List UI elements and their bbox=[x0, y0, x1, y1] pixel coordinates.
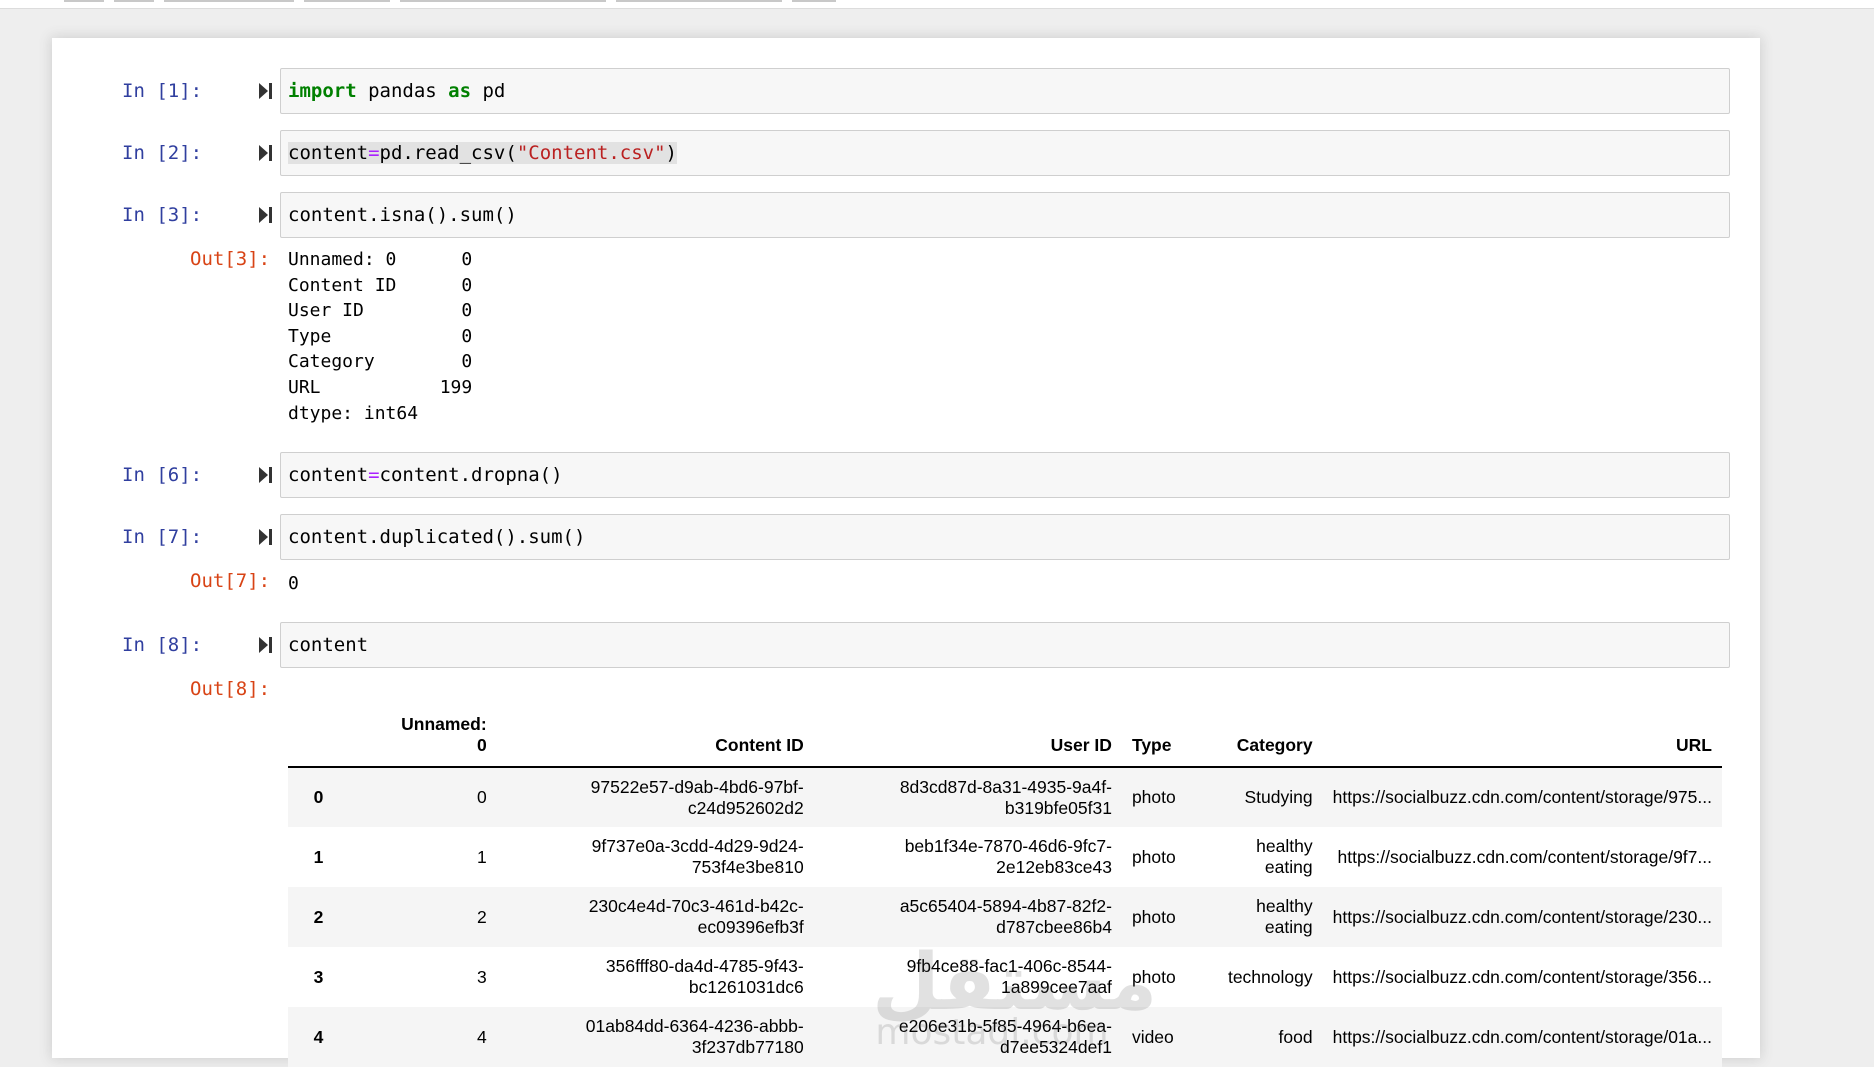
code-token: = bbox=[368, 142, 380, 164]
toolbar-button[interactable] bbox=[792, 0, 836, 2]
code-token: "Content.csv" bbox=[516, 142, 666, 164]
run-cell-icon[interactable] bbox=[257, 464, 275, 486]
code-token: content.isna().sum() bbox=[288, 204, 517, 226]
table-cell: https://socialbuzz.cdn.com/content/stora… bbox=[1332, 966, 1712, 987]
toolbar-button[interactable] bbox=[164, 0, 294, 2]
table-cell: healthy eating bbox=[1256, 896, 1313, 937]
table-cell: photo bbox=[1131, 906, 1176, 927]
column-header: User ID bbox=[1050, 735, 1112, 755]
table-cell: 97522e57-d9ab-4bd6-97bf- c24d952602d2 bbox=[590, 776, 804, 818]
menu-toolbar bbox=[0, 0, 1874, 9]
code-cell-input[interactable]: content=pd.read_csv("Content.csv") bbox=[280, 130, 1730, 176]
code-cell-input[interactable]: content=content.dropna() bbox=[280, 452, 1730, 498]
column-header: Type bbox=[1131, 735, 1172, 755]
table-cell: 8d3cd87d-8a31-4935-9a4f- b319bfe05f31 bbox=[899, 776, 1112, 818]
table-row: 0 0 97522e57-d9ab-4bd6-97bf- c24d952602d2 8… bbox=[288, 767, 1722, 827]
run-cell-icon[interactable] bbox=[257, 526, 275, 548]
row-index: 3 bbox=[313, 966, 324, 987]
code-token: content bbox=[288, 464, 369, 486]
index-header bbox=[288, 698, 349, 767]
toolbar-button[interactable] bbox=[304, 0, 390, 2]
table-cell: 9fb4ce88-fac1-406c-8544- 1a899cee7aaf bbox=[906, 956, 1112, 997]
table-cell: https://socialbuzz.cdn.com/content/stora… bbox=[1332, 906, 1712, 927]
row-index: 2 bbox=[313, 906, 324, 927]
table-cell: healthy eating bbox=[1256, 836, 1313, 877]
table-cell: photo bbox=[1131, 966, 1176, 987]
table-row: 3 3 356fff80-da4d-4785-9f43- bc1261031dc6 9… bbox=[288, 947, 1722, 1007]
code-token: content.duplicated().sum() bbox=[288, 526, 586, 548]
table-cell: photo bbox=[1131, 787, 1176, 807]
code-token: pandas bbox=[356, 80, 449, 102]
table-row: 1 1 9f737e0a-3cdd-4d29-9d24- 753f4e3be810 b… bbox=[288, 827, 1722, 887]
table-cell: https://socialbuzz.cdn.com/content/stora… bbox=[1332, 1026, 1712, 1047]
table-cell: video bbox=[1131, 1026, 1174, 1047]
code-cell-input[interactable]: content.duplicated().sum() bbox=[280, 514, 1730, 560]
table-cell: 356fff80-da4d-4785-9f43- bc1261031dc6 bbox=[605, 956, 804, 997]
table-cell: 9f737e0a-3cdd-4d29-9d24- 753f4e3be810 bbox=[591, 836, 804, 877]
run-cell-icon[interactable] bbox=[257, 204, 275, 226]
run-cell-icon[interactable] bbox=[257, 80, 275, 102]
cell-output-text: 0 bbox=[288, 573, 299, 594]
dataframe-table: Unnamed: 0 Content ID User ID Type Categ… bbox=[288, 698, 1722, 1067]
column-header: Unnamed: 0 bbox=[401, 714, 487, 755]
output-prompt: Out[7]: bbox=[190, 570, 271, 592]
toolbar-button[interactable] bbox=[400, 0, 606, 2]
table-cell: a5c65404-5894-4b87-82f2- d787cbee86b4 bbox=[899, 896, 1112, 937]
row-index: 4 bbox=[313, 1026, 324, 1047]
output-prompt: Out[8]: bbox=[190, 678, 271, 700]
code-cell-input[interactable]: content bbox=[280, 622, 1730, 668]
cell-output-text: Unnamed: 0 0 Content ID 0 User ID 0 Type… bbox=[288, 249, 473, 424]
table-cell: 2 bbox=[476, 906, 487, 927]
table-cell: https://socialbuzz.cdn.com/content/stora… bbox=[1337, 846, 1712, 867]
column-header: Content ID bbox=[715, 735, 804, 755]
code-cell-input[interactable]: content.isna().sum() bbox=[280, 192, 1730, 238]
row-index: 1 bbox=[313, 846, 324, 867]
table-header-row: Unnamed: 0 Content ID User ID Type Categ… bbox=[288, 698, 1722, 767]
notebook-container: In [1]: import pandas as pd In [2]: cont… bbox=[52, 38, 1760, 1067]
code-token: pd bbox=[471, 80, 506, 102]
table-row: 4 4 01ab84dd-6364-4236-abbb- 3f237db77180 e… bbox=[288, 1007, 1722, 1067]
table-cell: 230c4e4d-70c3-461d-b42c- ec09396efb3f bbox=[588, 896, 804, 937]
table-cell: beb1f34e-7870-46d6-9fc7- 2e12eb83ce43 bbox=[904, 836, 1112, 877]
table-cell: Studying bbox=[1244, 787, 1313, 807]
toolbar-button[interactable] bbox=[64, 0, 104, 2]
code-cell-input[interactable]: import pandas as pd bbox=[280, 68, 1730, 114]
column-header: URL bbox=[1676, 735, 1712, 755]
table-cell: 0 bbox=[476, 787, 487, 807]
code-token: = bbox=[368, 464, 380, 486]
run-cell-icon[interactable] bbox=[257, 634, 275, 656]
code-token: content bbox=[288, 142, 369, 164]
code-token: content bbox=[288, 634, 369, 656]
table-cell: 3 bbox=[476, 966, 487, 987]
table-cell: 4 bbox=[476, 1026, 487, 1047]
code-token: as bbox=[448, 80, 472, 102]
toolbar-button[interactable] bbox=[616, 0, 782, 2]
code-token: import bbox=[288, 80, 357, 102]
code-token: content.dropna() bbox=[379, 464, 563, 486]
table-cell: e206e31b-5f85-4964-b6ea- d7ee5324def1 bbox=[898, 1016, 1112, 1057]
run-cell-icon[interactable] bbox=[257, 142, 275, 164]
table-cell: photo bbox=[1131, 846, 1176, 867]
table-cell: 01ab84dd-6364-4236-abbb- 3f237db77180 bbox=[585, 1016, 804, 1057]
toolbar-button[interactable] bbox=[114, 0, 154, 2]
table-cell: food bbox=[1278, 1026, 1313, 1047]
code-token: pd.read_csv( bbox=[379, 142, 517, 164]
code-token: ) bbox=[665, 142, 677, 164]
table-cell: technology bbox=[1227, 966, 1313, 987]
row-index: 0 bbox=[313, 787, 324, 807]
table-cell: 1 bbox=[476, 846, 487, 867]
table-cell: https://socialbuzz.cdn.com/content/stora… bbox=[1332, 787, 1712, 807]
column-header: Category bbox=[1236, 735, 1313, 755]
table-row: 2 2 230c4e4d-70c3-461d-b42c- ec09396efb3f a… bbox=[288, 887, 1722, 947]
